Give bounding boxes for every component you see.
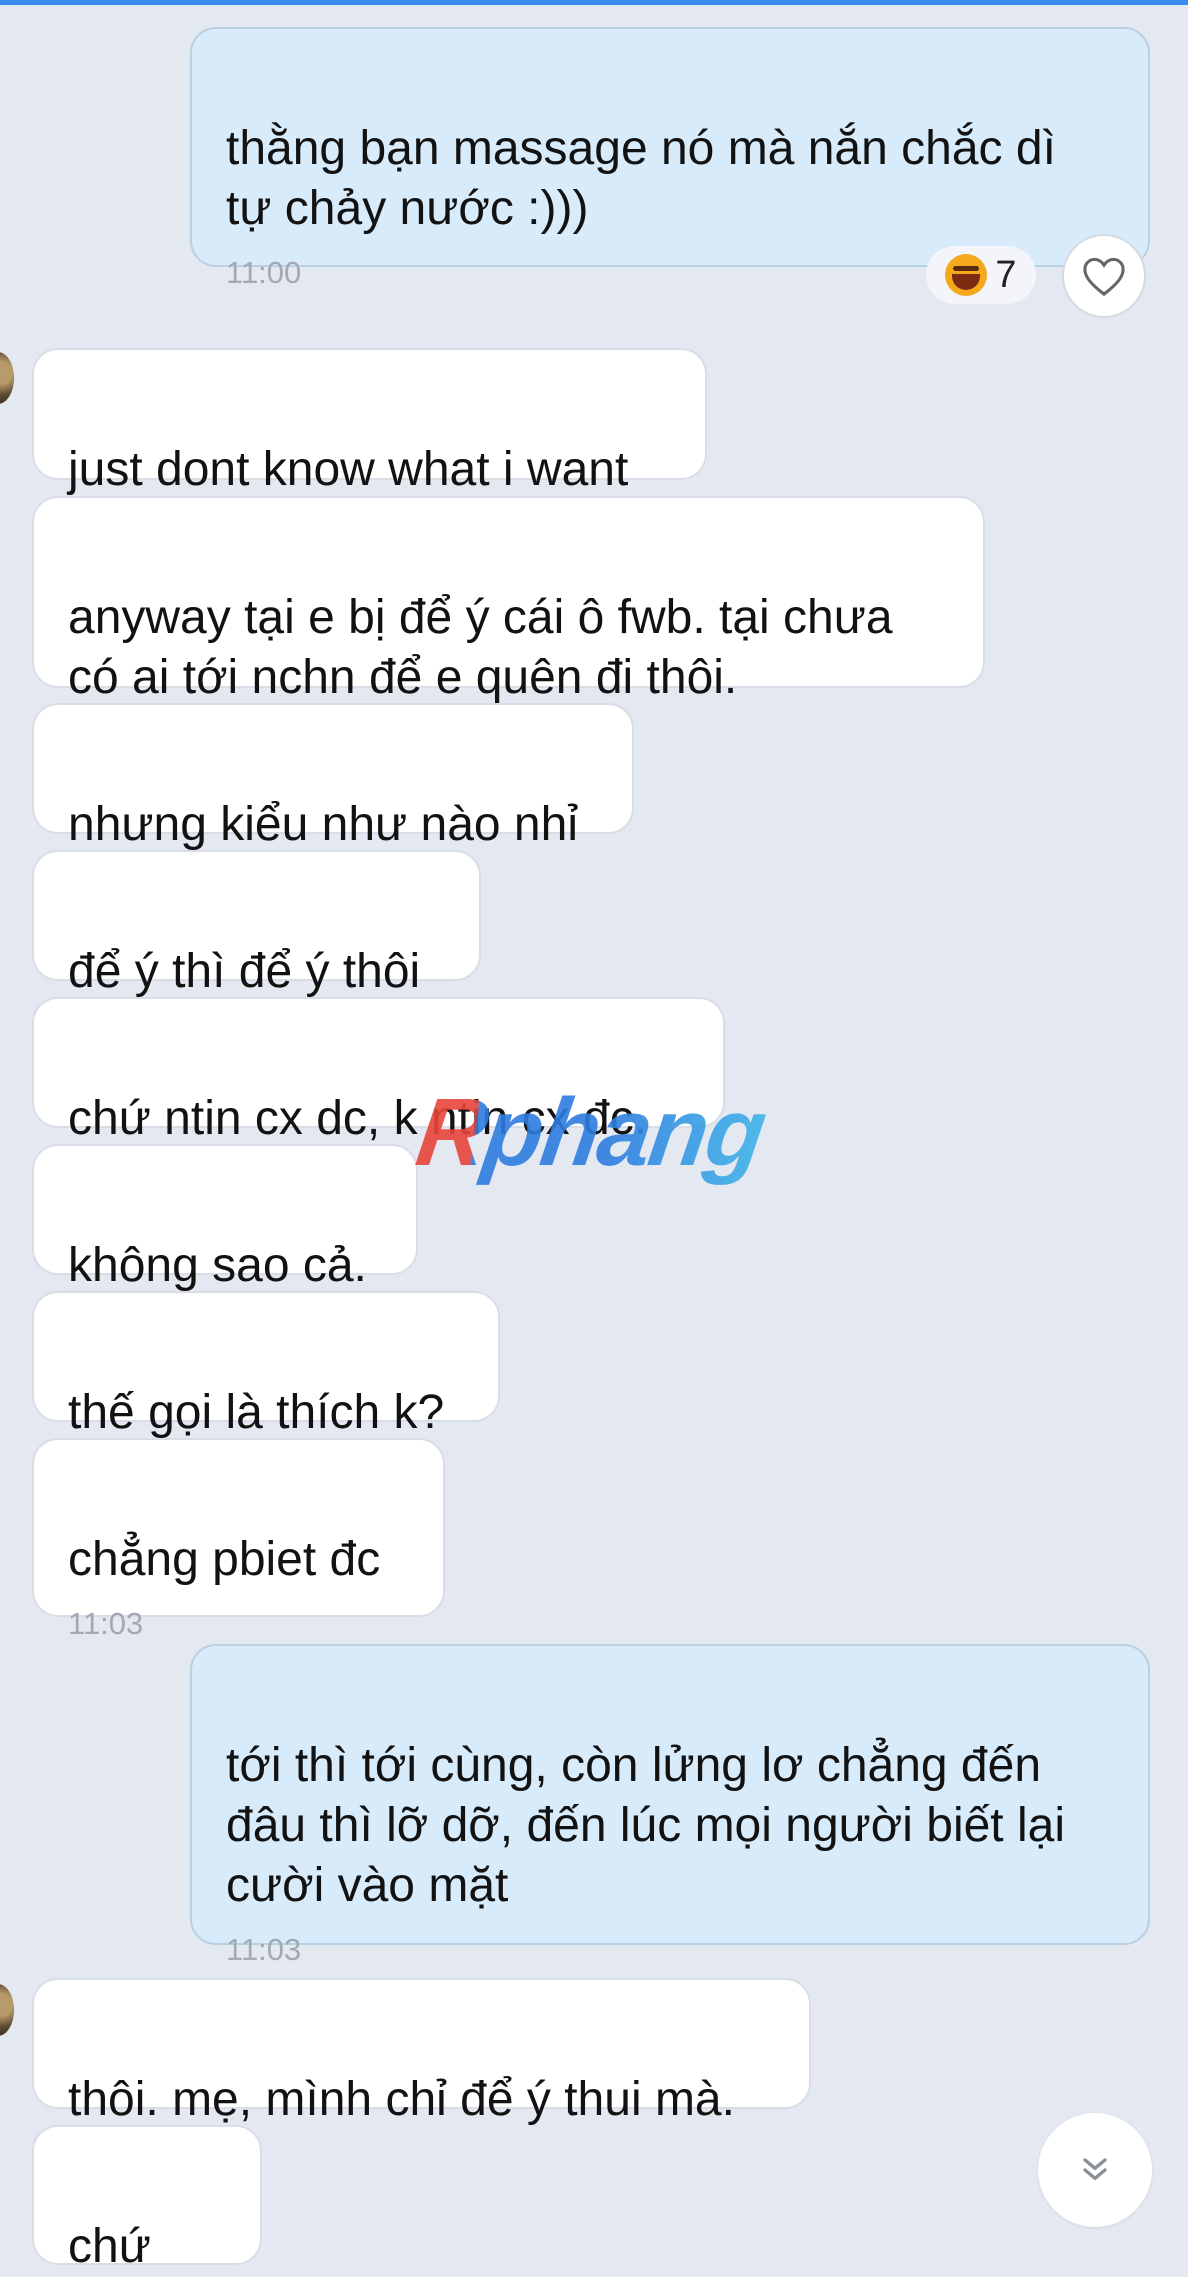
scroll-to-bottom-button[interactable] xyxy=(1038,2113,1152,2227)
message-bubble-incoming[interactable]: anyway tại e bị để ý cái ô fwb. tại chưa… xyxy=(32,496,985,704)
message-bubble-incoming[interactable]: thế gọi là thích k? xyxy=(32,1291,500,1439)
message-bubble-incoming[interactable]: chẳng pbiet đc 11:03 xyxy=(32,1438,445,1641)
message-text: thế gọi là thích k? xyxy=(68,1386,445,1439)
watermark-logo: Rphang xyxy=(410,1079,771,1186)
reaction-badge[interactable]: 7 xyxy=(926,246,1036,304)
message-text: chứ xyxy=(68,2220,151,2273)
heart-react-button[interactable] xyxy=(1062,234,1146,318)
message-text: nhưng kiểu như nào nhỉ xyxy=(68,798,578,851)
message-bubble-incoming[interactable]: nhưng kiểu như nào nhỉ xyxy=(32,703,634,851)
reaction-count: 7 xyxy=(995,253,1017,296)
message-text: anyway tại e bị để ý cái ô fwb. tại chưa… xyxy=(68,591,893,704)
message-time: 11:03 xyxy=(226,1932,302,1967)
message-bubble-outgoing[interactable]: thằng bạn massage nó mà nắn chắc dì tự c… xyxy=(190,27,1150,290)
message-text: tới thì tới cùng, còn lửng lơ chẳng đến … xyxy=(226,1739,1065,1912)
message-bubble-incoming[interactable]: để ý thì để ý thôi xyxy=(32,850,481,998)
message-text: thằng bạn massage nó mà nắn chắc dì tự c… xyxy=(226,122,1056,235)
message-text: không sao cả. xyxy=(68,1239,367,1292)
message-text: just dont know what i want xyxy=(68,443,629,496)
message-bubble-incoming[interactable]: không sao cả. xyxy=(32,1144,418,1292)
message-time: 11:03 xyxy=(68,1606,144,1641)
message-bubble-incoming[interactable]: thôi. mẹ, mình chỉ để ý thui mà. xyxy=(32,1978,811,2126)
avatar[interactable] xyxy=(0,352,14,404)
message-text: chẳng pbiet đc xyxy=(68,1533,381,1586)
double-chevron-down-icon xyxy=(1083,2158,1107,2180)
top-accent-bar xyxy=(0,0,1188,5)
heart-icon xyxy=(1083,257,1125,297)
message-bubble-outgoing[interactable]: tới thì tới cùng, còn lửng lơ chẳng đến … xyxy=(190,1644,1150,1967)
message-bubble-incoming[interactable]: just dont know what i want xyxy=(32,348,707,496)
message-text: để ý thì để ý thôi xyxy=(68,945,421,998)
avatar[interactable] xyxy=(0,1984,14,2036)
message-text: thôi. mẹ, mình chỉ để ý thui mà. xyxy=(68,2073,735,2126)
message-bubble-incoming[interactable]: chứ xyxy=(32,2125,262,2273)
laughing-emoji-icon xyxy=(945,254,988,296)
